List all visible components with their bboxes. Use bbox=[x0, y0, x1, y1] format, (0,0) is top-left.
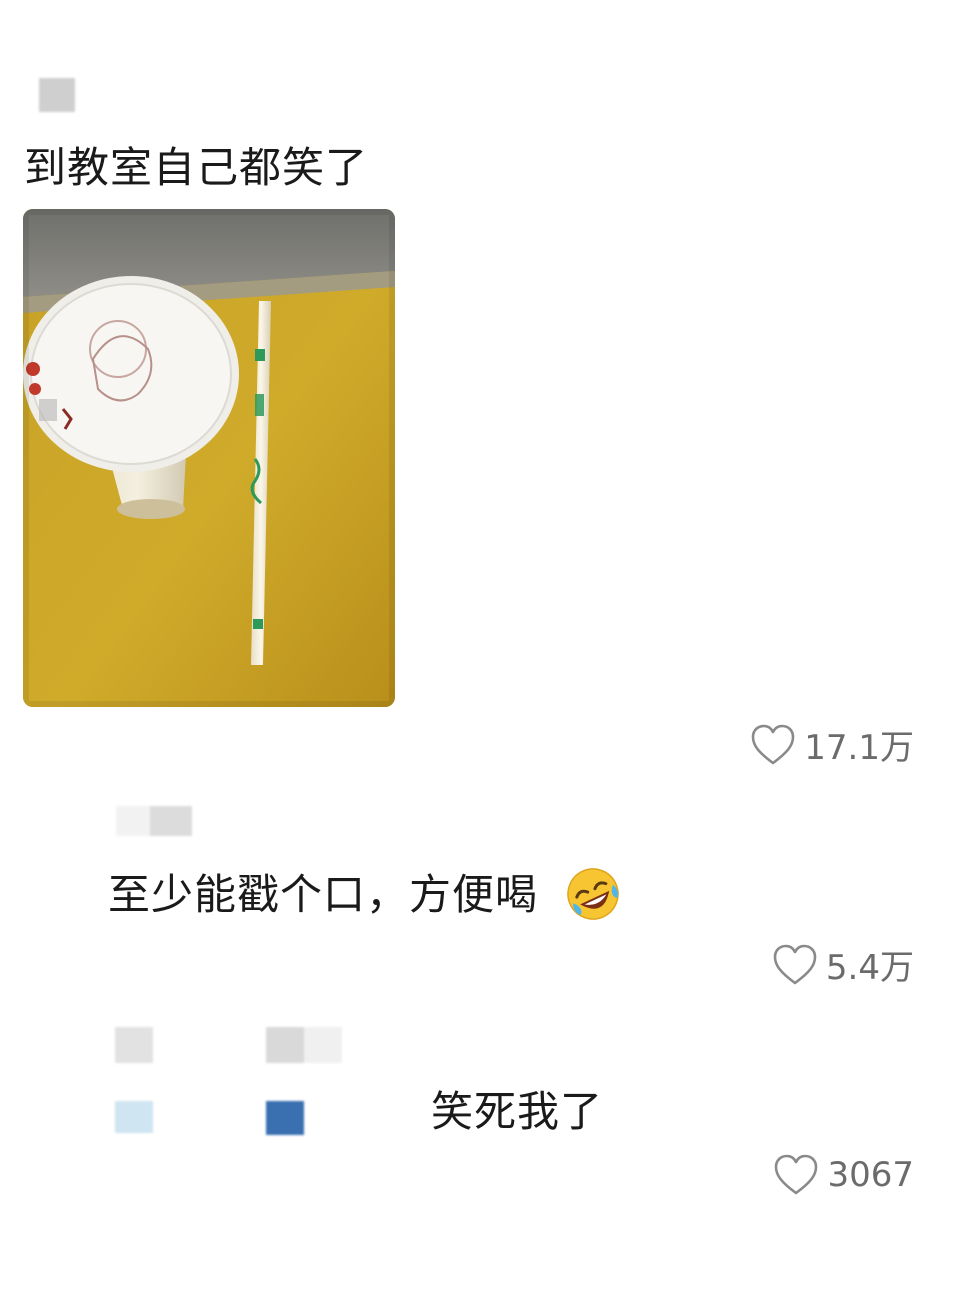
reply-text: 笑死我了 bbox=[431, 1087, 604, 1136]
reply-badge-censored bbox=[266, 1101, 304, 1135]
reply-badge-censored bbox=[115, 1101, 153, 1133]
reply-like-count: 5.4万 bbox=[825, 948, 914, 988]
reply-like-count: 3067 bbox=[827, 1155, 914, 1195]
reply-username-censored bbox=[266, 1027, 342, 1063]
heart-outline-icon bbox=[775, 1154, 818, 1195]
avatar[interactable] bbox=[39, 78, 75, 112]
reply-avatar[interactable] bbox=[115, 1027, 153, 1063]
reply-like[interactable]: 3067 bbox=[773, 1153, 914, 1197]
heart-outline-icon bbox=[751, 724, 795, 764]
rolling-on-floor-laughing-emoji bbox=[565, 866, 621, 922]
post-like-count: 17.1万 bbox=[804, 728, 914, 768]
reply-like[interactable]: 5.4万 bbox=[772, 940, 914, 989]
reply-avatar[interactable] bbox=[116, 806, 192, 836]
post-photo[interactable] bbox=[23, 209, 395, 707]
post-text: 到教室自己都笑了 bbox=[24, 143, 369, 192]
post-photo-image bbox=[23, 209, 395, 707]
heart-outline-icon bbox=[773, 944, 817, 984]
reply-text: 至少能戳个口，方便喝 bbox=[108, 870, 539, 919]
post-like[interactable]: 17.1万 bbox=[750, 720, 914, 769]
